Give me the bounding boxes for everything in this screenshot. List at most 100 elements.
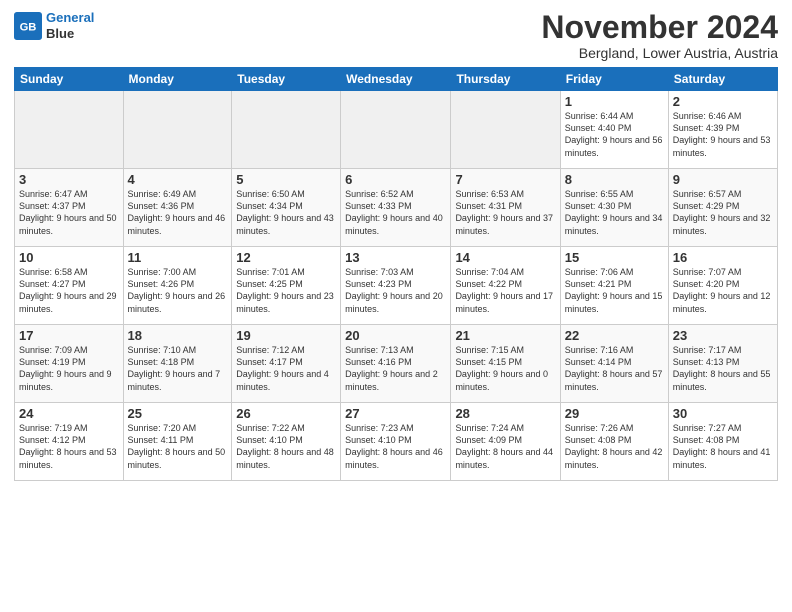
- day-info: Sunrise: 6:49 AM Sunset: 4:36 PM Dayligh…: [128, 188, 228, 237]
- day-number: 1: [565, 94, 664, 109]
- day-number: 20: [345, 328, 446, 343]
- logo-icon: GB: [14, 12, 42, 40]
- calendar-cell: 16Sunrise: 7:07 AM Sunset: 4:20 PM Dayli…: [668, 247, 777, 325]
- day-number: 26: [236, 406, 336, 421]
- calendar-cell: 29Sunrise: 7:26 AM Sunset: 4:08 PM Dayli…: [560, 403, 668, 481]
- calendar-cell: 20Sunrise: 7:13 AM Sunset: 4:16 PM Dayli…: [341, 325, 451, 403]
- day-number: 24: [19, 406, 119, 421]
- day-info: Sunrise: 6:50 AM Sunset: 4:34 PM Dayligh…: [236, 188, 336, 237]
- day-number: 12: [236, 250, 336, 265]
- day-info: Sunrise: 7:10 AM Sunset: 4:18 PM Dayligh…: [128, 344, 228, 393]
- day-info: Sunrise: 7:23 AM Sunset: 4:10 PM Dayligh…: [345, 422, 446, 471]
- calendar-cell: 22Sunrise: 7:16 AM Sunset: 4:14 PM Dayli…: [560, 325, 668, 403]
- day-number: 22: [565, 328, 664, 343]
- day-info: Sunrise: 7:19 AM Sunset: 4:12 PM Dayligh…: [19, 422, 119, 471]
- calendar-cell: 7Sunrise: 6:53 AM Sunset: 4:31 PM Daylig…: [451, 169, 560, 247]
- day-info: Sunrise: 7:12 AM Sunset: 4:17 PM Dayligh…: [236, 344, 336, 393]
- day-info: Sunrise: 6:58 AM Sunset: 4:27 PM Dayligh…: [19, 266, 119, 315]
- weekday-header: Sunday: [15, 68, 124, 91]
- day-info: Sunrise: 6:55 AM Sunset: 4:30 PM Dayligh…: [565, 188, 664, 237]
- logo-line2: Blue: [46, 26, 94, 42]
- calendar-header-row: SundayMondayTuesdayWednesdayThursdayFrid…: [15, 68, 778, 91]
- day-number: 30: [673, 406, 773, 421]
- calendar-week-row: 10Sunrise: 6:58 AM Sunset: 4:27 PM Dayli…: [15, 247, 778, 325]
- calendar-cell: 23Sunrise: 7:17 AM Sunset: 4:13 PM Dayli…: [668, 325, 777, 403]
- day-number: 28: [455, 406, 555, 421]
- day-number: 13: [345, 250, 446, 265]
- calendar: SundayMondayTuesdayWednesdayThursdayFrid…: [14, 67, 778, 481]
- calendar-cell: 14Sunrise: 7:04 AM Sunset: 4:22 PM Dayli…: [451, 247, 560, 325]
- calendar-cell: [232, 91, 341, 169]
- header: GB General Blue November 2024 Bergland, …: [14, 10, 778, 61]
- logo-line1: General: [46, 10, 94, 25]
- day-number: 5: [236, 172, 336, 187]
- calendar-cell: 17Sunrise: 7:09 AM Sunset: 4:19 PM Dayli…: [15, 325, 124, 403]
- day-info: Sunrise: 6:46 AM Sunset: 4:39 PM Dayligh…: [673, 110, 773, 159]
- day-info: Sunrise: 6:57 AM Sunset: 4:29 PM Dayligh…: [673, 188, 773, 237]
- day-number: 9: [673, 172, 773, 187]
- day-info: Sunrise: 7:01 AM Sunset: 4:25 PM Dayligh…: [236, 266, 336, 315]
- calendar-week-row: 3Sunrise: 6:47 AM Sunset: 4:37 PM Daylig…: [15, 169, 778, 247]
- calendar-cell: 9Sunrise: 6:57 AM Sunset: 4:29 PM Daylig…: [668, 169, 777, 247]
- page: GB General Blue November 2024 Bergland, …: [0, 0, 792, 612]
- calendar-cell: 28Sunrise: 7:24 AM Sunset: 4:09 PM Dayli…: [451, 403, 560, 481]
- calendar-cell: 12Sunrise: 7:01 AM Sunset: 4:25 PM Dayli…: [232, 247, 341, 325]
- logo: GB General Blue: [14, 10, 94, 41]
- weekday-header: Thursday: [451, 68, 560, 91]
- calendar-cell: 1Sunrise: 6:44 AM Sunset: 4:40 PM Daylig…: [560, 91, 668, 169]
- calendar-cell: 30Sunrise: 7:27 AM Sunset: 4:08 PM Dayli…: [668, 403, 777, 481]
- month-title: November 2024: [541, 10, 778, 45]
- calendar-week-row: 17Sunrise: 7:09 AM Sunset: 4:19 PM Dayli…: [15, 325, 778, 403]
- title-area: November 2024 Bergland, Lower Austria, A…: [541, 10, 778, 61]
- day-info: Sunrise: 7:00 AM Sunset: 4:26 PM Dayligh…: [128, 266, 228, 315]
- location: Bergland, Lower Austria, Austria: [541, 45, 778, 61]
- day-number: 17: [19, 328, 119, 343]
- day-number: 18: [128, 328, 228, 343]
- day-info: Sunrise: 7:09 AM Sunset: 4:19 PM Dayligh…: [19, 344, 119, 393]
- calendar-cell: 26Sunrise: 7:22 AM Sunset: 4:10 PM Dayli…: [232, 403, 341, 481]
- day-number: 19: [236, 328, 336, 343]
- calendar-cell: [451, 91, 560, 169]
- weekday-header: Wednesday: [341, 68, 451, 91]
- weekday-header: Monday: [123, 68, 232, 91]
- calendar-body: 1Sunrise: 6:44 AM Sunset: 4:40 PM Daylig…: [15, 91, 778, 481]
- day-info: Sunrise: 7:06 AM Sunset: 4:21 PM Dayligh…: [565, 266, 664, 315]
- calendar-cell: 24Sunrise: 7:19 AM Sunset: 4:12 PM Dayli…: [15, 403, 124, 481]
- day-number: 27: [345, 406, 446, 421]
- calendar-cell: 3Sunrise: 6:47 AM Sunset: 4:37 PM Daylig…: [15, 169, 124, 247]
- day-info: Sunrise: 6:53 AM Sunset: 4:31 PM Dayligh…: [455, 188, 555, 237]
- day-info: Sunrise: 7:22 AM Sunset: 4:10 PM Dayligh…: [236, 422, 336, 471]
- day-number: 2: [673, 94, 773, 109]
- calendar-cell: [123, 91, 232, 169]
- day-info: Sunrise: 6:52 AM Sunset: 4:33 PM Dayligh…: [345, 188, 446, 237]
- day-number: 23: [673, 328, 773, 343]
- day-number: 10: [19, 250, 119, 265]
- day-number: 7: [455, 172, 555, 187]
- calendar-cell: 27Sunrise: 7:23 AM Sunset: 4:10 PM Dayli…: [341, 403, 451, 481]
- svg-text:GB: GB: [20, 21, 37, 33]
- day-number: 4: [128, 172, 228, 187]
- calendar-cell: 5Sunrise: 6:50 AM Sunset: 4:34 PM Daylig…: [232, 169, 341, 247]
- weekday-header: Friday: [560, 68, 668, 91]
- calendar-cell: 18Sunrise: 7:10 AM Sunset: 4:18 PM Dayli…: [123, 325, 232, 403]
- day-number: 29: [565, 406, 664, 421]
- calendar-cell: 10Sunrise: 6:58 AM Sunset: 4:27 PM Dayli…: [15, 247, 124, 325]
- day-info: Sunrise: 7:27 AM Sunset: 4:08 PM Dayligh…: [673, 422, 773, 471]
- day-number: 15: [565, 250, 664, 265]
- calendar-cell: [341, 91, 451, 169]
- day-info: Sunrise: 7:04 AM Sunset: 4:22 PM Dayligh…: [455, 266, 555, 315]
- day-info: Sunrise: 7:26 AM Sunset: 4:08 PM Dayligh…: [565, 422, 664, 471]
- calendar-cell: 2Sunrise: 6:46 AM Sunset: 4:39 PM Daylig…: [668, 91, 777, 169]
- weekday-header: Saturday: [668, 68, 777, 91]
- day-info: Sunrise: 7:13 AM Sunset: 4:16 PM Dayligh…: [345, 344, 446, 393]
- day-info: Sunrise: 7:15 AM Sunset: 4:15 PM Dayligh…: [455, 344, 555, 393]
- calendar-week-row: 1Sunrise: 6:44 AM Sunset: 4:40 PM Daylig…: [15, 91, 778, 169]
- day-info: Sunrise: 7:20 AM Sunset: 4:11 PM Dayligh…: [128, 422, 228, 471]
- logo-text: General Blue: [46, 10, 94, 41]
- day-number: 11: [128, 250, 228, 265]
- calendar-cell: [15, 91, 124, 169]
- day-info: Sunrise: 7:07 AM Sunset: 4:20 PM Dayligh…: [673, 266, 773, 315]
- day-info: Sunrise: 7:16 AM Sunset: 4:14 PM Dayligh…: [565, 344, 664, 393]
- calendar-cell: 25Sunrise: 7:20 AM Sunset: 4:11 PM Dayli…: [123, 403, 232, 481]
- day-info: Sunrise: 6:47 AM Sunset: 4:37 PM Dayligh…: [19, 188, 119, 237]
